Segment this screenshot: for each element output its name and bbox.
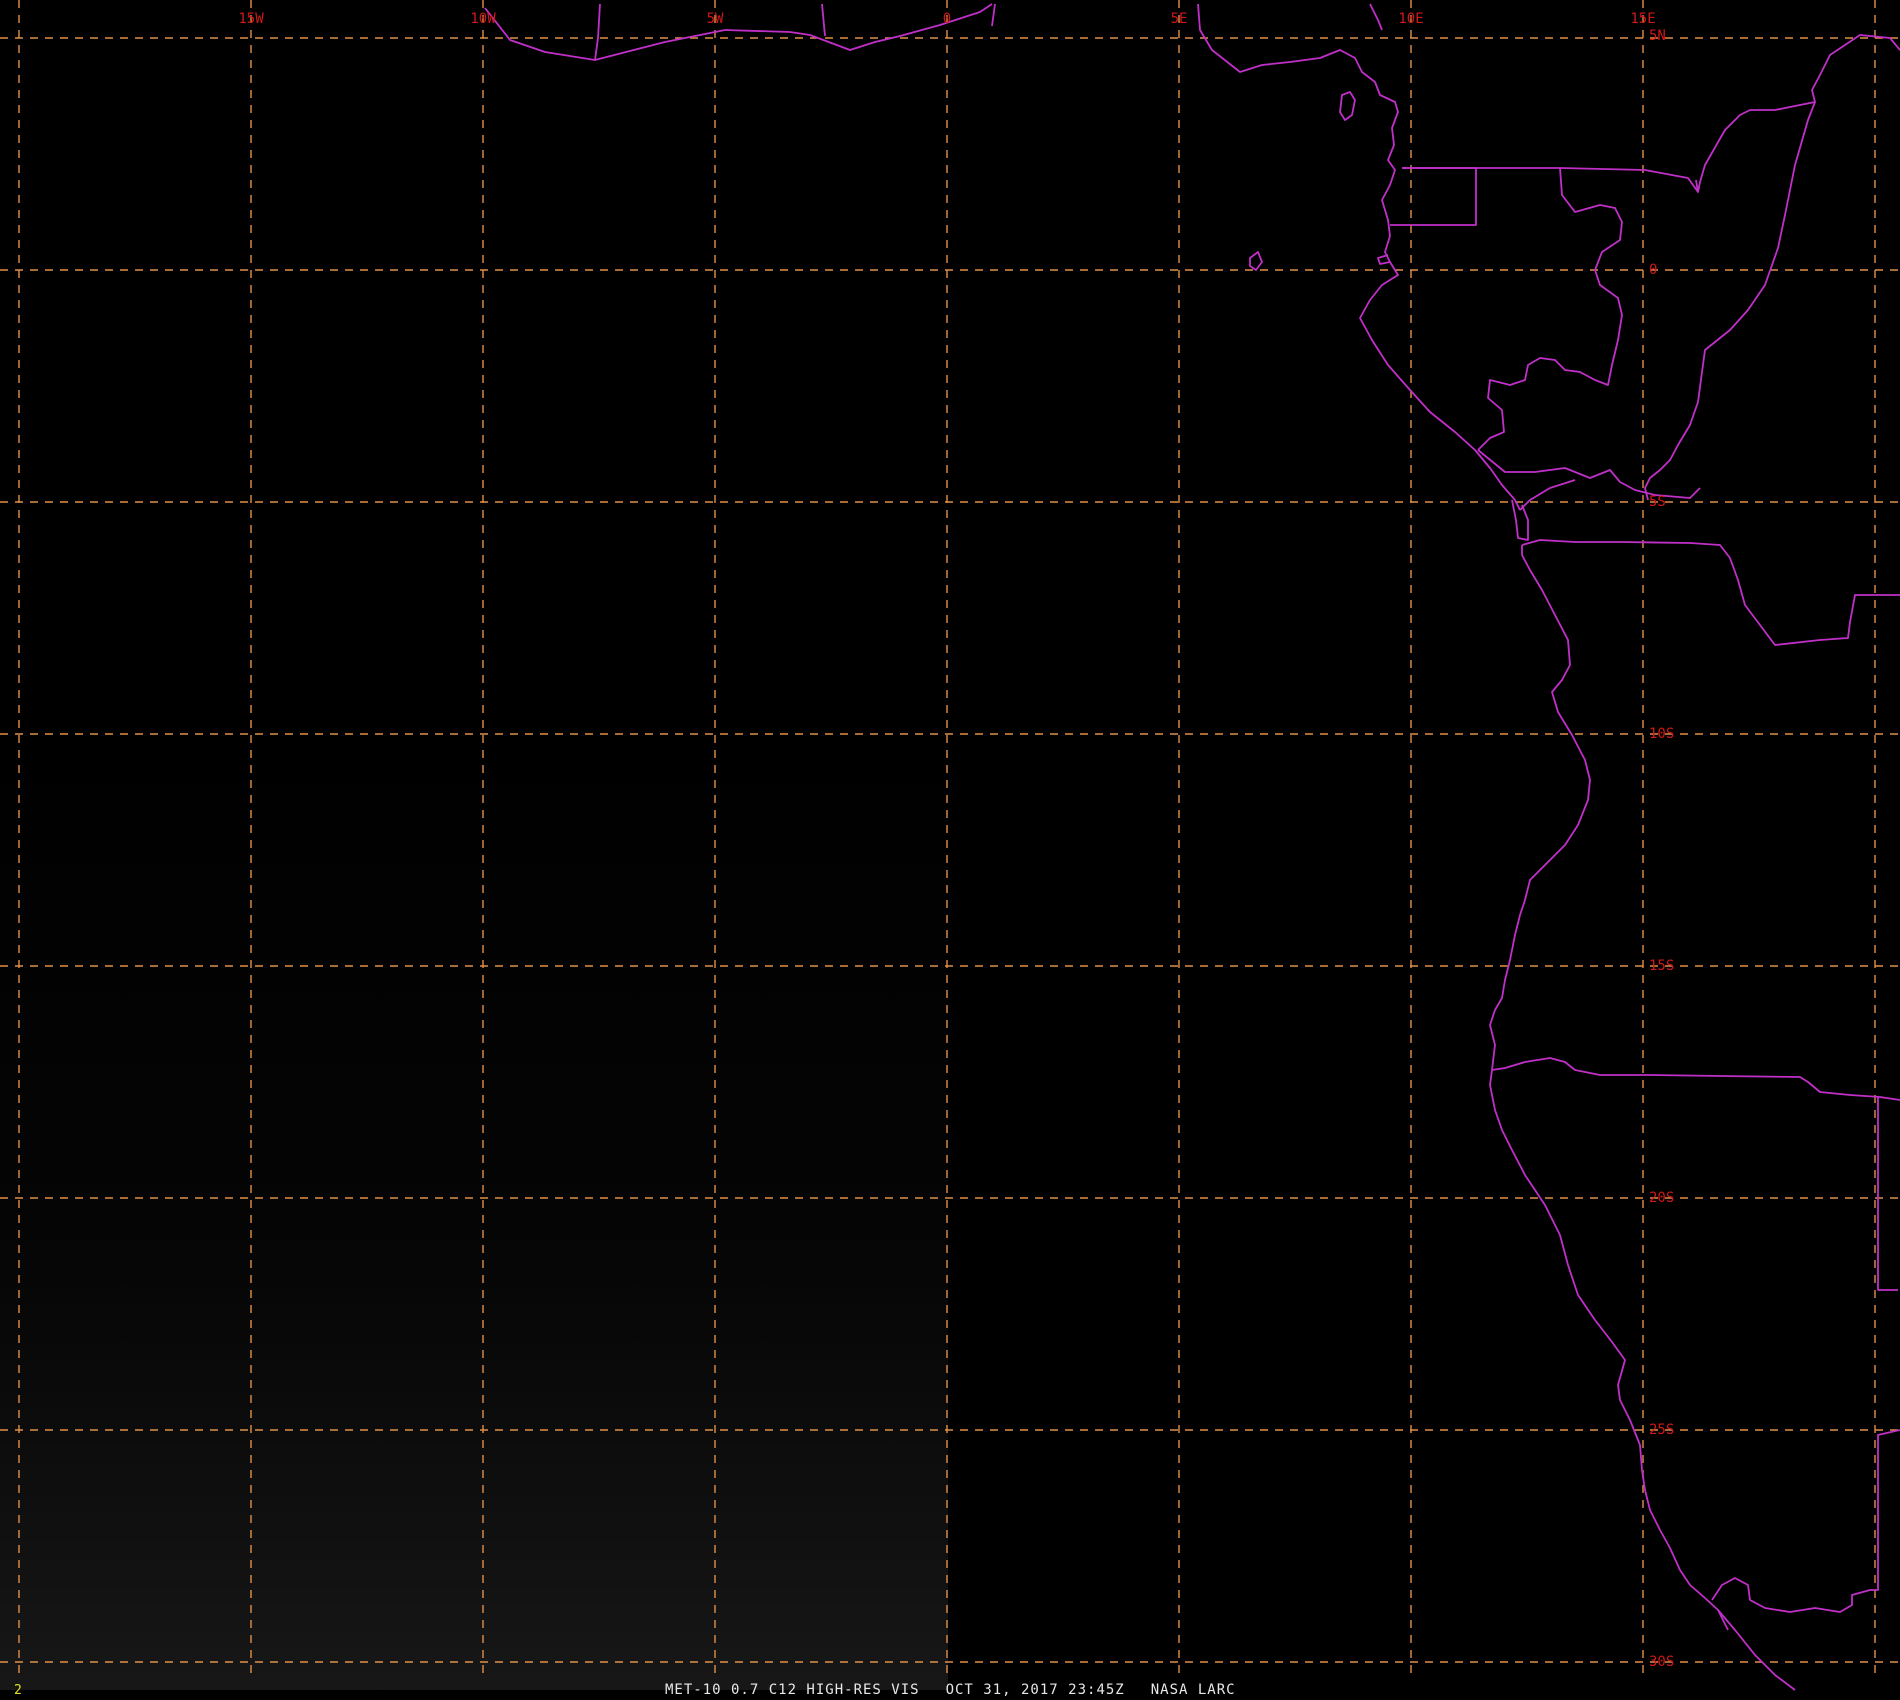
cabinda-border <box>1511 499 1529 541</box>
image-caption: MET-10 0.7 C12 HIGH-RES VIS OCT 31, 2017 … <box>665 1682 1262 1698</box>
longitude-label: 0 <box>943 11 951 27</box>
longitude-label: 10E <box>1398 11 1423 27</box>
sao-tome-island <box>1249 251 1263 271</box>
image-caption-bar: 2 MET-10 0.7 C12 HIGH-RES VIS OCT 31, 201… <box>0 1678 1900 1700</box>
latitude-label: 5S <box>1649 494 1666 510</box>
namibia-south-africa-border <box>1711 1429 1900 1613</box>
west-africa-coastline <box>484 3 993 61</box>
source-label: NASA LARC <box>1150 1682 1236 1698</box>
benin-nigeria-border <box>991 3 996 27</box>
latitude-label: 20S <box>1649 1190 1674 1206</box>
longitude-label: 10W <box>470 11 496 27</box>
latitude-label: 30S <box>1649 1654 1674 1670</box>
namibia-coastline <box>1489 1069 1729 1631</box>
latitude-label: 5N <box>1649 28 1666 44</box>
angola-coastline <box>1489 545 1591 1071</box>
nigeria-cameroon-coastline <box>1197 3 1399 265</box>
datetime-label: OCT 31, 2017 23:45Z <box>945 1682 1125 1698</box>
longitude-label: 15E <box>1630 11 1655 27</box>
longitude-label: 5E <box>1171 11 1188 27</box>
longitude-label: 5W <box>707 11 724 27</box>
latitude-label: 0 <box>1649 262 1657 278</box>
map-canvas[interactable]: 15W 10W 5W 0 5E 10E 15E5N 0 5S 10S 15S 20S 25S 30S <box>0 0 1900 1700</box>
cameroon-border <box>1369 3 1383 31</box>
congo-coast <box>1519 479 1576 511</box>
product-label: MET-10 0.7 C12 HIGH-RES VIS <box>665 1682 920 1698</box>
namibia-eastern-border <box>1877 1097 1898 1291</box>
ghana-border <box>594 3 601 61</box>
latitude-label: 25S <box>1649 1422 1674 1438</box>
bioko-island <box>1339 91 1356 121</box>
terminator-haze <box>0 700 948 1690</box>
latitude-label: 15S <box>1649 958 1674 974</box>
frame-number: 2 <box>14 1683 22 1698</box>
togo-border <box>821 3 826 37</box>
gabon-coastline <box>1359 261 1521 511</box>
angola-namibia-border <box>1491 1057 1900 1101</box>
gabon-border <box>1477 167 1623 451</box>
satellite-image-viewer: 15W 10W 5W 0 5E 10E 15E 5N 0 5S 10S 15S 20S 25S 30S 2 … <box>0 0 1900 1700</box>
drc-congo-river <box>1644 101 1816 501</box>
angola-drc-border <box>1521 539 1900 646</box>
car-congo-border <box>1697 34 1900 193</box>
longitude-label: 15W <box>238 11 264 27</box>
congo-republic-border <box>1477 449 1701 499</box>
latitude-label: 10S <box>1649 726 1674 742</box>
cameroon-southern-border <box>1402 167 1699 193</box>
equatorial-guinea-border <box>1390 167 1477 226</box>
